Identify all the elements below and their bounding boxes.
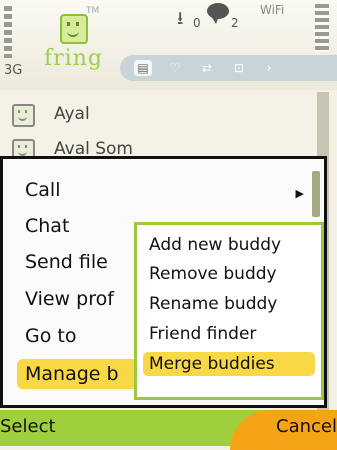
list-icon: ▤ (137, 61, 149, 75)
softkey-bar: Select Cancel (0, 410, 337, 450)
submenu-item-merge-buddies[interactable]: Merge buddies (143, 352, 315, 376)
menu-item-call[interactable]: Call (25, 179, 60, 201)
tab-chat[interactable]: ♡ (166, 60, 184, 76)
chat-tab-icon: ♡ (169, 61, 181, 75)
submenu-item-remove-buddy[interactable]: Remove buddy (149, 264, 277, 284)
menu-item-go-to[interactable]: Go to (25, 325, 76, 347)
tab-next[interactable]: › (260, 60, 278, 76)
contact-status-icon (12, 104, 35, 127)
messages-count: 2 (231, 16, 239, 30)
fring-logo-text: fring (44, 46, 103, 71)
chat-bubble-icon (207, 3, 229, 24)
submenu-item-rename-buddy[interactable]: Rename buddy (149, 294, 277, 314)
tab-strip: ▤ ♡ ⇄ ⊡ › (120, 55, 337, 81)
menu-item-view-profile[interactable]: View prof (25, 288, 114, 310)
menu-item-chat[interactable]: Chat (25, 215, 69, 237)
submenu-arrow-icon: ▶ (295, 187, 304, 200)
menu-item-send-file[interactable]: Send file (25, 251, 108, 273)
add-contact-icon: ⊡ (233, 61, 245, 75)
manage-buddies-submenu: Add new buddy Remove buddy Rename buddy … (134, 222, 324, 400)
status-bar: 3G TM fring ⭳ 0 2 WiFi ▤ ♡ ⇄ ⊡ › (0, 0, 337, 90)
battery-icon (315, 4, 329, 52)
tab-transfer[interactable]: ⇄ (198, 60, 216, 76)
menu-scrollbar[interactable] (312, 171, 320, 217)
submenu-item-friend-finder[interactable]: Friend finder (149, 324, 256, 344)
fring-logo-icon (60, 14, 88, 44)
contact-name: Ayal (54, 104, 90, 124)
network-type-label: 3G (4, 63, 23, 78)
tab-list[interactable]: ▤ (134, 60, 152, 76)
tab-add-contact[interactable]: ⊡ (230, 60, 248, 76)
cancel-softkey[interactable]: Cancel (276, 416, 337, 437)
download-icon: ⭳ (177, 8, 184, 29)
transfer-icon: ⇄ (201, 61, 213, 75)
select-softkey[interactable]: Select (0, 416, 56, 437)
wifi-label: WiFi (260, 3, 285, 17)
menu-item-manage-buddies[interactable]: Manage b (17, 359, 153, 389)
downloads-count: 0 (193, 16, 201, 30)
signal-strength-icon (4, 6, 12, 58)
submenu-item-add-new-buddy[interactable]: Add new buddy (149, 235, 281, 255)
next-icon: › (266, 61, 272, 75)
logo-trademark: TM (86, 6, 100, 16)
